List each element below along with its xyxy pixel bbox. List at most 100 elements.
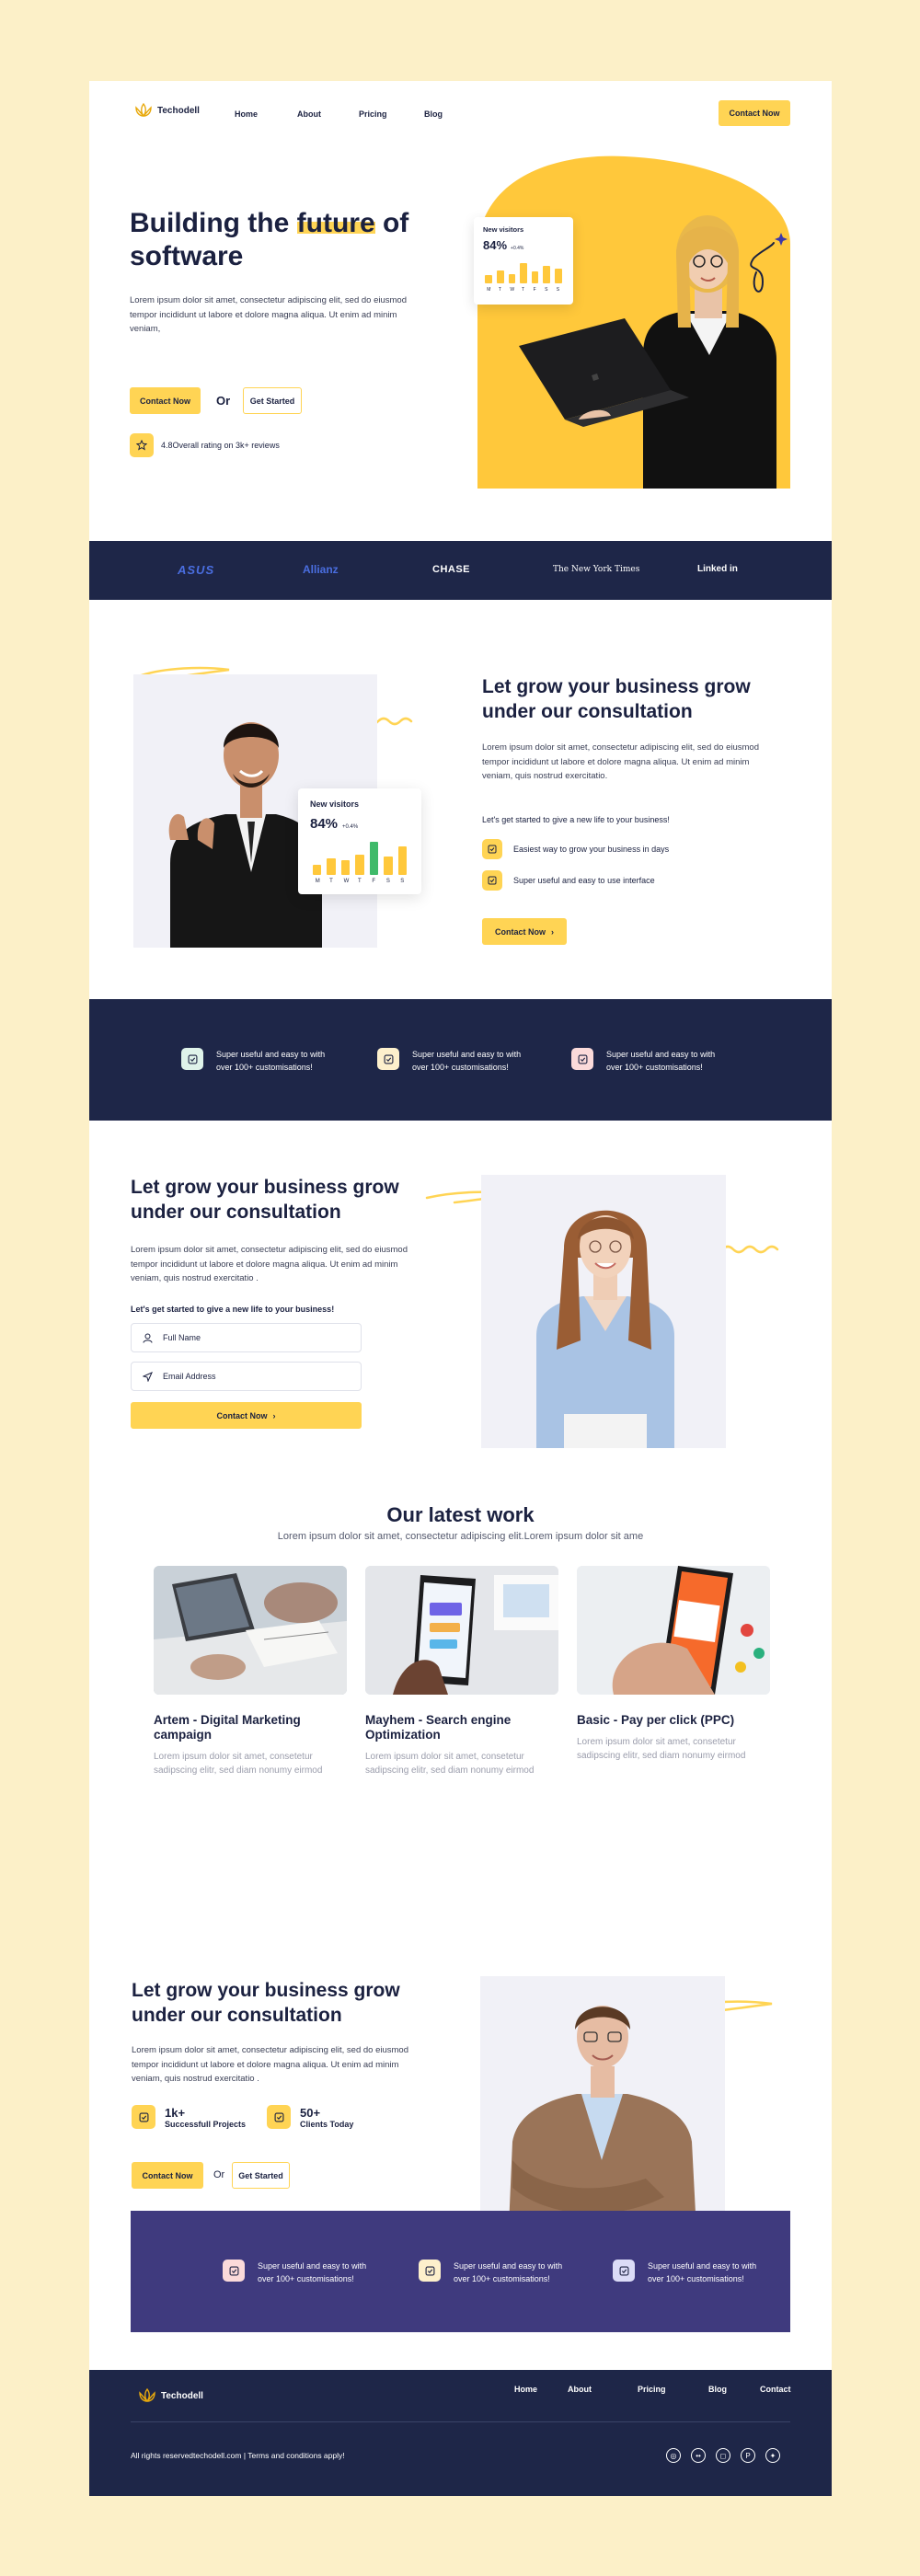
logo-linkedin: Linked in xyxy=(697,564,738,574)
work-card-description: Lorem ipsum dolor sit amet, consetetur s… xyxy=(577,1737,746,1761)
footer-divider xyxy=(131,2421,790,2422)
button-label: Contact Now xyxy=(216,1410,268,1420)
work-card-description: Lorem ipsum dolor sit amet, consetetur s… xyxy=(154,1752,323,1776)
feature-text: Super useful and easy to with over 100+ … xyxy=(258,2261,367,2283)
work-card[interactable]: Mayhem - Search engine Optimization Lore… xyxy=(365,1566,558,1777)
visitors-bar xyxy=(355,855,364,875)
visitors-delta: +0.4% xyxy=(342,824,359,830)
footer-link-contact[interactable]: Contact xyxy=(760,2385,791,2394)
logo[interactable]: Techodell xyxy=(133,103,200,118)
upload-icon xyxy=(571,1048,593,1070)
consult2-contact-button[interactable]: Contact Now › xyxy=(131,1402,362,1429)
consult1-point-text: Super useful and easy to use interface xyxy=(513,876,655,885)
hero-description: Lorem ipsum dolor sit amet, consectetur … xyxy=(130,295,407,334)
social-links: ◎ •• ◻ P ✦ xyxy=(666,2448,780,2463)
footer-link-about[interactable]: About xyxy=(568,2385,592,2394)
hero-title-highlight: future xyxy=(296,208,375,238)
check-icon xyxy=(482,839,502,859)
work-card-image xyxy=(154,1566,347,1695)
day-label: F xyxy=(372,879,376,884)
visitors-bar xyxy=(340,859,351,875)
features-band-purple: Super useful and easy to with over 100+ … xyxy=(131,2211,790,2332)
work-card[interactable]: Artem - Digital Marketing campaign Lorem… xyxy=(154,1566,347,1777)
work-title: Our latest work xyxy=(386,1503,535,1526)
visitors-bar xyxy=(496,270,504,283)
instagram-icon[interactable]: ◻ xyxy=(716,2448,730,2463)
dribbble-icon[interactable]: ◎ xyxy=(666,2448,681,2463)
work-card[interactable]: Basic - Pay per click (PPC) Lorem ipsum … xyxy=(577,1566,770,1763)
consult1-point: Super useful and easy to use interface xyxy=(482,870,655,891)
day-label: T xyxy=(329,879,333,884)
feature-text: Super useful and easy to with over 100+ … xyxy=(454,2261,563,2283)
features-band: Super useful and easy to with over 100+ … xyxy=(89,999,832,1121)
work-card-image xyxy=(577,1566,770,1695)
pinterest-icon[interactable]: P xyxy=(741,2448,755,2463)
chevron-right-icon: › xyxy=(551,926,554,937)
visitors-bar xyxy=(369,842,379,875)
stat-projects: 1k+ Successfull Projects xyxy=(132,2105,246,2129)
consult3-get-started-button[interactable]: Get Started xyxy=(232,2162,290,2189)
day-label: F xyxy=(533,287,536,293)
feature-text: Super useful and easy to with over 100+ … xyxy=(606,1050,716,1072)
twitter-icon[interactable]: ✦ xyxy=(765,2448,780,2463)
stat-value: 50+ xyxy=(300,2105,321,2120)
header-contact-button[interactable]: Contact Now xyxy=(719,100,790,126)
button-label: Contact Now xyxy=(495,926,546,937)
work-card-title: Basic - Pay per click (PPC) xyxy=(577,1713,735,1727)
consult3-description: Lorem ipsum dolor sit amet, consectetur … xyxy=(132,2045,408,2084)
email-placeholder: Email Address xyxy=(163,1372,216,1381)
logo-chase: CHASE xyxy=(432,564,471,575)
consult3-title: Let grow your business grow under our co… xyxy=(132,1980,400,2026)
day-label: W xyxy=(510,287,515,293)
logo-allianz: Allianz xyxy=(303,563,339,576)
feature-item: Super useful and easy to with over 100+ … xyxy=(419,2260,569,2285)
visitors-day-labels: MTWTFSS xyxy=(310,879,409,886)
day-label: S xyxy=(385,879,390,884)
lotus-logo-icon xyxy=(139,2388,155,2403)
email-field[interactable]: Email Address xyxy=(131,1362,362,1391)
logo-asus: ASUS xyxy=(178,563,215,577)
hero-image xyxy=(413,144,790,489)
footer-link-blog[interactable]: Blog xyxy=(708,2385,727,2394)
hero-contact-button[interactable]: Contact Now xyxy=(130,387,201,414)
feature-item: Super useful and easy to with over 100+ … xyxy=(223,2260,373,2285)
check-icon xyxy=(223,2260,245,2282)
consult1-contact-button[interactable]: Contact Now › xyxy=(482,918,567,945)
visitors-bar xyxy=(543,265,551,283)
visitors-value: 84% xyxy=(483,238,508,252)
consult1-point-text: Easiest way to grow your business in day… xyxy=(513,845,670,854)
consult2-title: Let grow your business grow under our co… xyxy=(131,1177,399,1223)
day-label: W xyxy=(343,879,350,884)
footer-logo[interactable]: Techodell xyxy=(137,2388,203,2403)
visitors-bar-chart xyxy=(310,842,409,875)
full-name-field[interactable]: Full Name xyxy=(131,1323,362,1352)
rating-row: 4.8Overall rating on 3k+ reviews xyxy=(130,433,280,457)
feature-item: Super useful and easy to with over 100+ … xyxy=(181,1048,331,1074)
nav-home[interactable]: Home xyxy=(235,109,258,119)
hero-get-started-button[interactable]: Get Started xyxy=(243,387,302,414)
day-label: S xyxy=(545,287,548,293)
consult2-image xyxy=(481,1175,726,1448)
nav-about[interactable]: About xyxy=(297,109,321,119)
footer-link-home[interactable]: Home xyxy=(514,2385,537,2394)
flickr-icon[interactable]: •• xyxy=(691,2448,706,2463)
feature-item: Super useful and easy to with over 100+ … xyxy=(613,2260,763,2285)
nav-pricing[interactable]: Pricing xyxy=(359,109,387,119)
feature-item: Super useful and easy to with over 100+ … xyxy=(571,1048,721,1074)
chevron-right-icon: › xyxy=(272,1410,276,1420)
brand-name: Techodell xyxy=(157,105,200,116)
landing-page: Techodell Home About Pricing Blog Contac… xyxy=(89,81,832,2496)
visitors-bar xyxy=(327,858,336,875)
work-card-image xyxy=(365,1566,558,1695)
consult1-visitors-card: New visitors 84% +0.4% M T W T F S S xyxy=(298,788,421,894)
consult3-or-text: Or xyxy=(213,2169,225,2180)
lotus-logo-icon xyxy=(135,103,152,118)
work-subtitle: Lorem ipsum dolor sit amet, consectetur … xyxy=(277,1531,644,1542)
consult3-contact-button[interactable]: Contact Now xyxy=(132,2162,203,2189)
consult2-subheading: Let's get started to give a new life to … xyxy=(131,1305,335,1314)
visitors-label: New visitors xyxy=(483,225,524,234)
footer-link-pricing[interactable]: Pricing xyxy=(638,2385,666,2394)
check-icon xyxy=(613,2260,635,2282)
nav-blog[interactable]: Blog xyxy=(424,109,443,119)
visitors-bar xyxy=(384,857,393,875)
